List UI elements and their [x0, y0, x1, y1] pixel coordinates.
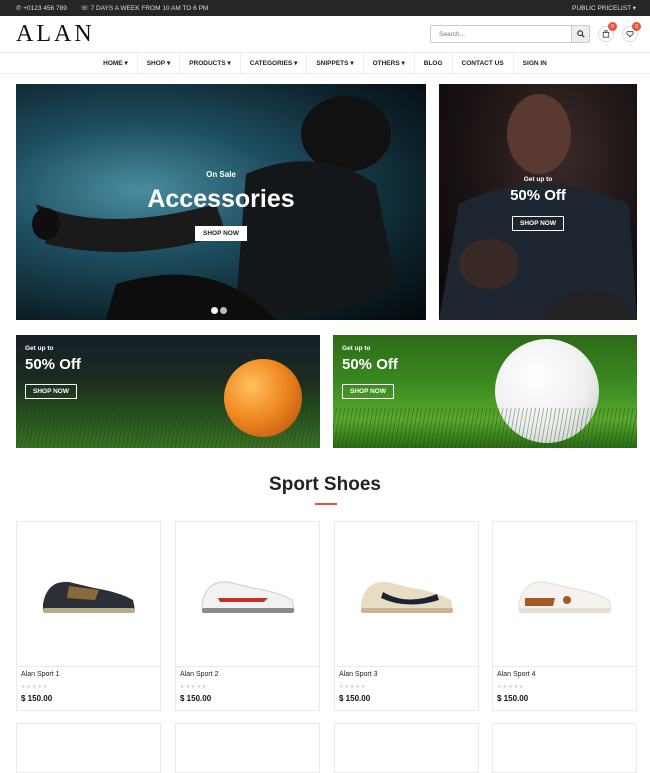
side-promo-shop-now-button[interactable]: SHOP NOW [512, 216, 564, 231]
heart-icon [626, 30, 634, 38]
side-promo-banner[interactable]: Get up to 50% Off SHOP NOW [439, 84, 637, 320]
product-price: $ 150.00 [180, 694, 212, 703]
product-card[interactable] [175, 723, 320, 773]
sneaker-image [201, 581, 295, 613]
product-name[interactable]: Alan Sport 3 [339, 671, 378, 678]
shopping-bag-icon [602, 30, 610, 38]
product-name[interactable]: Alan Sport 1 [21, 671, 60, 678]
chevron-down-icon: ▾ [124, 60, 128, 67]
product-card[interactable] [16, 723, 161, 773]
nav-item-others[interactable]: OTHERS ▾ [364, 52, 415, 74]
sneaker-image [361, 581, 453, 613]
banner-kicker: Get up to [342, 345, 371, 352]
product-image[interactable] [17, 522, 160, 667]
hero-title: Accessories [147, 185, 295, 213]
product-image[interactable] [493, 522, 636, 667]
banner-shop-now-button[interactable]: SHOP NOW [342, 384, 394, 399]
banner-title: 50% Off [342, 356, 398, 373]
product-name[interactable]: Alan Sport 2 [180, 671, 219, 678]
search-icon [576, 30, 585, 38]
promo-banner-golf[interactable]: Get up to 50% Off SHOP NOW [333, 335, 637, 448]
cart-button[interactable]: 0 [598, 22, 617, 42]
product-image[interactable] [335, 522, 478, 667]
rating-stars: ★★★★★ [21, 684, 49, 690]
nav-label: SIGN IN [522, 59, 547, 67]
nav-label: OTHERS [372, 59, 400, 67]
nav-label: HOME [103, 59, 123, 67]
product-price: $ 150.00 [497, 694, 529, 703]
search-button[interactable] [571, 26, 589, 42]
rating-stars: ★★★★★ [339, 684, 367, 690]
nav-item-products[interactable]: PRODUCTS ▾ [180, 52, 241, 74]
product-card[interactable]: Alan Sport 1 ★★★★★ $ 150.00 [16, 521, 161, 711]
wishlist-button[interactable]: 0 [622, 22, 641, 42]
hours-info: ☏ 7 DAYS A WEEK FROM 10 AM TO 6 PM [80, 5, 209, 12]
phone-text: +0123 456 789 [23, 5, 67, 12]
promo-banner-football[interactable]: Get up to 50% Off SHOP NOW [16, 335, 320, 448]
rating-stars: ★★★★★ [180, 684, 208, 690]
main-nav: HOME ▾ SHOP ▾ PRODUCTS ▾ CATEGORIES ▾ SN… [0, 52, 650, 74]
cart-count-badge: 0 [608, 22, 617, 31]
product-card[interactable] [492, 723, 637, 773]
nav-label: PRODUCTS [189, 59, 226, 67]
section-title: Sport Shoes [269, 474, 381, 495]
nav-item-sign-in[interactable]: SIGN IN [514, 52, 556, 74]
chevron-down-icon: ▾ [294, 60, 298, 67]
site-logo[interactable]: ALAN [16, 21, 95, 48]
search-input[interactable] [431, 26, 571, 42]
chevron-down-icon: ▾ [401, 60, 405, 67]
top-bar: ✆ +0123 456 789 ☏ 7 DAYS A WEEK FROM 10 … [0, 0, 650, 16]
chevron-down-icon: ▾ [350, 60, 354, 67]
product-card[interactable]: Alan Sport 2 ★★★★★ $ 150.00 [175, 521, 320, 711]
nav-label: CONTACT US [461, 59, 504, 67]
slider-dot-active[interactable] [211, 307, 218, 314]
chevron-down-icon: ▾ [227, 60, 231, 67]
nav-item-categories[interactable]: CATEGORIES ▾ [241, 52, 308, 74]
sneaker-image [43, 581, 135, 613]
chevron-down-icon: ▾ [166, 60, 171, 67]
soccer-ball-image [224, 359, 302, 437]
product-card[interactable]: Alan Sport 4 ★★★★★ $ 150.00 [492, 521, 637, 711]
banner-shop-now-button[interactable]: SHOP NOW [25, 384, 77, 399]
sneaker-image [518, 581, 612, 613]
hero-kicker: On Sale [206, 170, 236, 179]
grass-decoration [333, 408, 637, 448]
pricelist-label: PUBLIC PRICELIST [572, 5, 631, 12]
header: ALAN 0 0 [0, 16, 650, 52]
product-card[interactable]: Alan Sport 3 ★★★★★ $ 150.00 [334, 521, 479, 711]
nav-item-shop[interactable]: SHOP ▾ [138, 52, 181, 74]
product-price: $ 150.00 [339, 694, 371, 703]
banner-title: 50% Off [25, 356, 81, 373]
product-price: $ 150.00 [21, 694, 53, 703]
banner-kicker: Get up to [25, 345, 54, 352]
nav-label: CATEGORIES [249, 59, 293, 67]
nav-item-snippets[interactable]: SNIPPETS ▾ [307, 52, 364, 74]
slider-dots [211, 307, 229, 314]
nav-item-contact-us[interactable]: CONTACT US [453, 52, 514, 74]
search-box [430, 25, 590, 43]
side-promo-kicker: Get up to [523, 176, 553, 183]
hero-shop-now-button[interactable]: SHOP NOW [195, 226, 247, 241]
hours-text: 7 DAYS A WEEK FROM 10 AM TO 6 PM [90, 5, 209, 12]
wishlist-count-badge: 0 [632, 22, 641, 31]
pricelist-dropdown[interactable]: PUBLIC PRICELIST ▾ [572, 4, 636, 12]
section-title-underline [315, 503, 337, 505]
nav-label: SHOP [146, 59, 166, 67]
side-promo-title: 50% Off [510, 187, 566, 204]
product-name[interactable]: Alan Sport 4 [497, 671, 536, 678]
nav-label: SNIPPETS [316, 59, 349, 67]
hero-slider: On Sale Accessories SHOP NOW [16, 84, 426, 320]
phone-info: ✆ +0123 456 789 [16, 5, 67, 12]
nav-item-home[interactable]: HOME ▾ [94, 52, 138, 74]
rating-stars: ★★★★★ [497, 684, 525, 690]
nav-item-blog[interactable]: BLOG [415, 52, 453, 74]
nav-label: BLOG [423, 59, 443, 67]
product-card[interactable] [334, 723, 479, 773]
product-image[interactable] [176, 522, 319, 667]
slider-dot[interactable] [220, 307, 227, 314]
